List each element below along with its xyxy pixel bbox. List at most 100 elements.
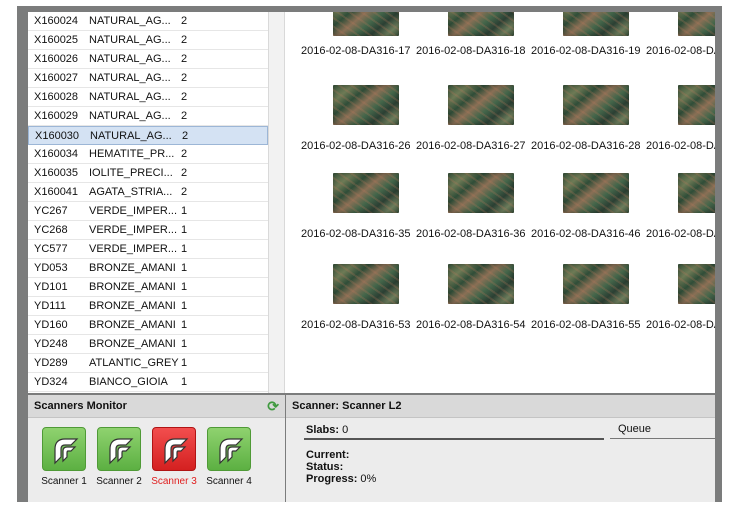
cell-code: X160035 [34, 167, 79, 179]
scanner-button[interactable] [207, 427, 251, 471]
cell-count: 1 [181, 319, 188, 331]
cell-count: 1 [181, 205, 188, 217]
slab-caption: 2016-02-08-DA316-28 [531, 140, 641, 152]
slabs-value: 0 [342, 424, 349, 436]
slab-thumbnail[interactable]: 2016-02-08-DA316-27 [416, 85, 529, 155]
slab-thumbnail[interactable]: 2016-02-08-DA316-46 [531, 173, 644, 243]
slab-gallery[interactable]: 2016-02-08-DA316-17 2016-02-08-DA316-18 20… [285, 12, 715, 393]
scanner-label: Scanner 4 [206, 476, 252, 487]
table-row[interactable]: X160027 NATURAL_AG... 2 [28, 69, 268, 88]
splitter[interactable] [268, 12, 285, 393]
cell-name: NATURAL_AG... [89, 34, 171, 46]
slab-caption: 2016-02-08-DA316-35 [301, 228, 411, 240]
cell-count: 1 [181, 262, 188, 274]
scanner-3[interactable]: Scanner 3 [149, 427, 199, 487]
table-row[interactable]: X160028 NATURAL_AG... 2 [28, 88, 268, 107]
slab-image [333, 173, 399, 213]
cell-code: YC267 [34, 205, 68, 217]
scanner-button[interactable] [97, 427, 141, 471]
table-row[interactable]: X160026 NATURAL_AG... 2 [28, 50, 268, 69]
slabs-row: Slabs: 0 [306, 424, 348, 436]
scanner-button[interactable] [42, 427, 86, 471]
status-label: Status: [306, 461, 344, 473]
slab-thumbnail[interactable]: 2016-02-08-DA316-55 [531, 264, 644, 334]
table-row[interactable]: YD324 BIANCO_GIOIA 1 [28, 373, 268, 392]
progress-label: Progress: [306, 473, 358, 485]
table-row[interactable]: YD053 BRONZE_AMANI 1 [28, 259, 268, 278]
cell-name: ATLANTIC_GREY [89, 357, 179, 369]
scanner-label: Scanner 2 [96, 476, 142, 487]
cell-name: BRONZE_AMANI [89, 262, 176, 274]
table-row[interactable]: X160029 NATURAL_AG... 2 [28, 107, 268, 126]
cell-count: 1 [181, 338, 188, 350]
slab-thumbnail[interactable]: 2016-02-08-DA316-35 [301, 173, 414, 243]
table-row[interactable]: X160041 AGATA_STRIA... 2 [28, 183, 268, 202]
scanner-button[interactable] [152, 427, 196, 471]
queue-label[interactable]: Queue [618, 423, 651, 435]
cell-code: X160029 [34, 110, 79, 122]
table-row[interactable]: YD289 ATLANTIC_GREY 1 [28, 354, 268, 373]
table-row[interactable]: YD248 BRONZE_AMANI 1 [28, 335, 268, 354]
cell-name: VERDE_IMPER... [89, 243, 178, 255]
cell-count: 1 [181, 281, 188, 293]
slab-thumbnail[interactable]: 2016-02-08-DA316-28 [531, 85, 644, 155]
slab-thumbnail[interactable]: 2016-02-08-DA [646, 12, 715, 78]
slab-caption: 2016-02-08-DA [646, 228, 715, 240]
slab-image [563, 173, 629, 213]
scanner-icon [109, 438, 134, 465]
cell-count: 2 [181, 72, 188, 84]
table-row[interactable]: X160035 IOLITE_PRECI... 2 [28, 164, 268, 183]
refresh-icon[interactable]: ⟳ [267, 399, 279, 413]
slab-thumbnail[interactable]: 2016-02-08-DA [646, 85, 715, 155]
table-row[interactable]: YC268 VERDE_IMPER... 1 [28, 221, 268, 240]
cell-name: BIANCO_GIOIA [89, 376, 168, 388]
slab-thumbnail[interactable]: 2016-02-08-DA [646, 173, 715, 243]
slab-thumbnail[interactable]: 2016-02-08-DA316-17 [301, 12, 414, 78]
table-row[interactable]: YD111 BRONZE_AMANI 1 [28, 297, 268, 316]
table-row[interactable]: X160030 NATURAL_AG... 2 [28, 126, 268, 145]
table-row[interactable]: X160024 NATURAL_AG... 2 [28, 12, 268, 31]
cell-count: 1 [181, 357, 188, 369]
cell-code: X160030 [35, 130, 80, 142]
table-row[interactable]: YC267 VERDE_IMPER... 1 [28, 202, 268, 221]
cell-count: 1 [181, 224, 188, 236]
cell-name: BRONZE_AMANI [89, 281, 176, 293]
table-row[interactable]: X160034 HEMATITE_PR... 2 [28, 145, 268, 164]
progress-value: 0% [360, 473, 377, 485]
slab-list[interactable]: X160024 NATURAL_AG... 2 X160025 NATURAL_AG..… [28, 12, 268, 393]
slab-thumbnail[interactable]: 2016-02-08-DA [646, 264, 715, 334]
slab-thumbnail[interactable]: 2016-02-08-DA316-19 [531, 12, 644, 78]
scanner-2[interactable]: Scanner 2 [94, 427, 144, 487]
progress-row: Progress: 0% [306, 473, 376, 485]
table-row[interactable]: YC577 VERDE_IMPER... 1 [28, 240, 268, 259]
slab-thumbnail[interactable]: 2016-02-08-DA316-53 [301, 264, 414, 334]
slab-image [333, 12, 399, 36]
slab-thumbnail[interactable]: 2016-02-08-DA316-36 [416, 173, 529, 243]
cell-code: X160028 [34, 91, 79, 103]
slab-caption: 2016-02-08-DA [646, 45, 715, 57]
cell-name: NATURAL_AG... [89, 91, 171, 103]
slab-image [448, 12, 514, 36]
table-row[interactable]: YD101 BRONZE_AMANI 1 [28, 278, 268, 297]
slab-image [448, 264, 514, 304]
cell-code: YD324 [34, 376, 68, 388]
cell-name: NATURAL_AG... [89, 15, 171, 27]
scanners-monitor-panel: Scanners Monitor ⟳ Scanner 1 Scanner 2 Sca… [28, 395, 285, 502]
scanner-icon [219, 438, 244, 465]
slab-thumbnail[interactable]: 2016-02-08-DA316-18 [416, 12, 529, 78]
cell-count: 1 [181, 243, 188, 255]
scanner-1[interactable]: Scanner 1 [39, 427, 89, 487]
table-row[interactable]: YD160 BRONZE_AMANI 1 [28, 316, 268, 335]
cell-name: NATURAL_AG... [89, 53, 171, 65]
slab-image [563, 264, 629, 304]
slab-image [563, 85, 629, 125]
slab-thumbnail[interactable]: 2016-02-08-DA316-54 [416, 264, 529, 334]
cell-count: 2 [181, 148, 188, 160]
slab-thumbnail[interactable]: 2016-02-08-DA316-26 [301, 85, 414, 155]
slab-image [333, 264, 399, 304]
slab-caption: 2016-02-08-DA316-17 [301, 45, 411, 57]
table-row[interactable]: X160025 NATURAL_AG... 2 [28, 31, 268, 50]
scanner-4[interactable]: Scanner 4 [204, 427, 254, 487]
scanners-monitor-title: Scanners Monitor [34, 400, 127, 412]
cell-code: YD248 [34, 338, 68, 350]
